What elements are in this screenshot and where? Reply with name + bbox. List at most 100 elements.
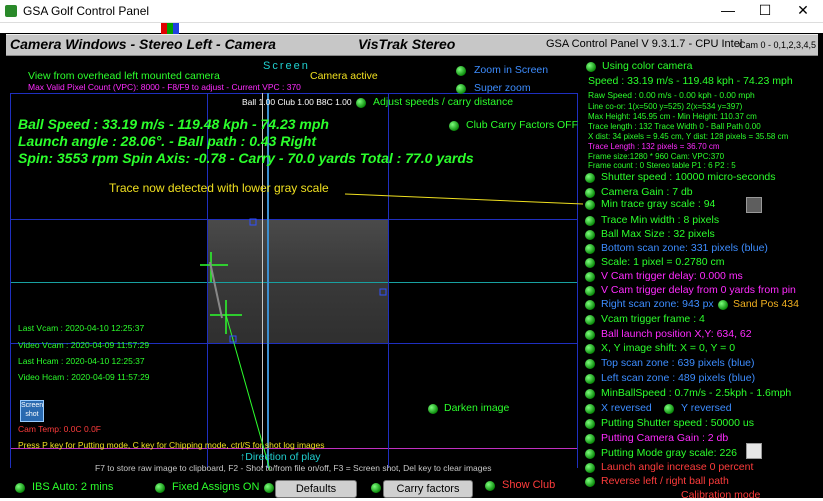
- x-reversed-option[interactable]: X reversed: [601, 402, 652, 414]
- setting-led[interactable]: [585, 330, 595, 340]
- ball-speed-readout: Ball Speed : 33.19 m/s - 119.48 kph - 74…: [18, 116, 329, 132]
- zoom-in-screen-led[interactable]: [456, 66, 466, 76]
- direction-label: Direction of play: [245, 451, 321, 463]
- setting-led[interactable]: [585, 272, 595, 282]
- info-line: Line co-or: 1(x=500 y=525) 2(x=534 y=397…: [588, 102, 743, 111]
- setting-led[interactable]: [585, 359, 595, 369]
- fixed-assigns-option[interactable]: Fixed Assigns ON: [172, 481, 259, 493]
- ibs-auto-led[interactable]: [15, 483, 25, 493]
- info-line: Frame count : 0 Stereo table P1 : 6 P2 :…: [588, 161, 736, 170]
- spin-readout: Spin: 3553 rpm Spin Axis: -0.78 - Carry …: [18, 150, 474, 166]
- super-zoom-led[interactable]: [456, 84, 466, 94]
- reverse-ball-path-option[interactable]: Reverse left / right ball path: [601, 475, 729, 487]
- club-carry-option[interactable]: Club Carry Factors OFF: [466, 119, 578, 131]
- last-vcam: Last Vcam : 2020-04-10 12:25:37: [18, 323, 145, 333]
- help-text-1: Press P key for Putting mode, C key for …: [18, 440, 325, 450]
- help-text-2: F7 to store raw image to clipboard, F2 -…: [95, 463, 492, 473]
- club-carry-led[interactable]: [449, 121, 459, 131]
- setting-led[interactable]: [585, 188, 595, 198]
- using-color-led[interactable]: [586, 62, 596, 72]
- setting-led[interactable]: [585, 463, 595, 473]
- info-line: Frame size:1280 * 960 Cam: VPC:370: [588, 152, 725, 161]
- setting-led[interactable]: [585, 200, 595, 210]
- min-trace-gray-setting[interactable]: Min trace gray scale : 94: [601, 198, 715, 210]
- trace-min-width-setting[interactable]: Trace Min width : 8 pixels: [601, 214, 719, 226]
- darken-image-option[interactable]: Darken image: [444, 402, 509, 414]
- image-shift-setting[interactable]: X, Y image shift: X = 0, Y = 0: [601, 342, 735, 354]
- speed-readout: Speed : 33.19 m/s - 119.48 kph - 74.23 m…: [588, 75, 793, 87]
- screenshot-button[interactable]: Screen shot: [20, 400, 44, 422]
- setting-led[interactable]: [585, 344, 595, 354]
- defaults-button[interactable]: Defaults: [275, 480, 357, 498]
- carry-factors-button[interactable]: Carry factors: [383, 480, 473, 498]
- vcam-trigger-frame-setting[interactable]: Vcam trigger frame : 4: [601, 313, 705, 325]
- trace-annotation: Trace now detected with lower gray scale: [109, 181, 329, 195]
- ball-club-factors: Ball 1.00 Club 1.00 B8C 1.00: [242, 97, 352, 107]
- screen-label: Screen: [263, 60, 310, 72]
- scale-setting[interactable]: Scale: 1 pixel = 0.2780 cm: [601, 256, 724, 268]
- setting-led[interactable]: [585, 230, 595, 240]
- super-zoom-option[interactable]: Super zoom: [474, 82, 531, 94]
- setting-led[interactable]: [585, 315, 595, 325]
- setting-led[interactable]: [585, 404, 595, 414]
- shutter-speed-setting[interactable]: Shutter speed : 10000 micro-seconds: [601, 171, 776, 183]
- setting-led[interactable]: [585, 419, 595, 429]
- min-ball-speed-setting[interactable]: MinBallSpeed : 0.7m/s - 2.5kph - 1.6mph: [601, 387, 791, 399]
- ball-launch-position-setting[interactable]: Ball launch position X,Y: 634, 62: [601, 328, 752, 340]
- raw-speed-readout: Raw Speed : 0.00 m/s - 0.00 kph - 0.00 m…: [588, 90, 755, 100]
- setting-led[interactable]: [585, 449, 595, 459]
- darken-image-led[interactable]: [428, 404, 438, 414]
- info-line: Trace length : 132 Trace Width 0 - Ball …: [588, 122, 761, 131]
- defaults-led[interactable]: [264, 483, 274, 493]
- fixed-assigns-led[interactable]: [155, 483, 165, 493]
- zoom-in-screen-option[interactable]: Zoom in Screen: [474, 64, 548, 76]
- y-reversed-option[interactable]: Y reversed: [681, 402, 732, 414]
- info-line: X dist: 34 pixels = 9.45 cm, Y dist: 128…: [588, 132, 789, 141]
- sand-pos-setting[interactable]: Sand Pos 434: [733, 298, 799, 310]
- y-reversed-led[interactable]: [664, 404, 674, 414]
- setting-led[interactable]: [585, 300, 595, 310]
- view-description: View from overhead left mounted camera: [28, 70, 220, 82]
- pixel-count-info: Max Valid Pixel Count (VPC): 8000 - F8/F…: [28, 82, 301, 92]
- camera-active-status: Camera active: [310, 70, 378, 82]
- putting-gray-swatch: [746, 443, 762, 459]
- show-club-led[interactable]: [485, 481, 495, 491]
- carry-factors-led[interactable]: [371, 483, 381, 493]
- info-line: Max Height: 145.95 cm - Min Height: 110.…: [588, 112, 757, 121]
- video-vcam: Video Vcam : 2020-04-09 11:57:29: [18, 340, 150, 350]
- adjust-speeds-led[interactable]: [356, 98, 366, 108]
- setting-led[interactable]: [585, 173, 595, 183]
- calibration-mode-option[interactable]: Calibration mode: [681, 489, 760, 501]
- sand-pos-led[interactable]: [718, 300, 728, 310]
- cam-temperature: Cam Temp: 0.0C 0.0F: [18, 424, 101, 434]
- show-club-option[interactable]: Show Club: [502, 479, 555, 491]
- using-color-option[interactable]: Using color camera: [602, 60, 692, 72]
- last-hcam: Last Hcam : 2020-04-10 12:25:37: [18, 356, 145, 366]
- setting-led[interactable]: [585, 477, 595, 487]
- setting-led[interactable]: [585, 216, 595, 226]
- left-scan-zone-setting[interactable]: Left scan zone : 489 pixels (blue): [601, 372, 755, 384]
- setting-led[interactable]: [585, 434, 595, 444]
- ibs-auto-option[interactable]: IBS Auto: 2 mins: [32, 481, 113, 493]
- ball-max-size-setting[interactable]: Ball Max Size : 32 pixels: [601, 228, 715, 240]
- bottom-scan-zone-setting[interactable]: Bottom scan zone: 331 pixels (blue): [601, 242, 768, 254]
- setting-led[interactable]: [585, 258, 595, 268]
- setting-led[interactable]: [585, 244, 595, 254]
- setting-led[interactable]: [585, 374, 595, 384]
- vcam-trigger-yards-setting[interactable]: V Cam trigger delay from 0 yards from pi…: [601, 284, 796, 296]
- putting-gray-setting[interactable]: Putting Mode gray scale: 226: [601, 447, 737, 459]
- right-scan-zone-setting[interactable]: Right scan zone: 943 px: [601, 298, 714, 310]
- launch-angle-increase-setting[interactable]: Launch angle increase 0 percent: [601, 461, 753, 473]
- camera-gain-setting[interactable]: Camera Gain : 7 db: [601, 186, 693, 198]
- putting-shutter-setting[interactable]: Putting Shutter speed : 50000 us: [601, 417, 754, 429]
- video-hcam: Video Hcam : 2020-04-09 11:57:29: [18, 372, 150, 382]
- launch-angle-readout: Launch angle : 28.06°. - Ball path : 0.4…: [18, 133, 317, 149]
- gray-scale-swatch: [746, 197, 762, 213]
- setting-led[interactable]: [585, 389, 595, 399]
- putting-gain-setting[interactable]: Putting Camera Gain : 2 db: [601, 432, 728, 444]
- vcam-trigger-delay-setting[interactable]: V Cam trigger delay: 0.000 ms: [601, 270, 743, 282]
- direction-of-play: ↑Direction of play: [240, 451, 321, 463]
- top-scan-zone-setting[interactable]: Top scan zone : 639 pixels (blue): [601, 357, 755, 369]
- setting-led[interactable]: [585, 286, 595, 296]
- adjust-speeds-option[interactable]: Adjust speeds / carry distance: [373, 96, 513, 108]
